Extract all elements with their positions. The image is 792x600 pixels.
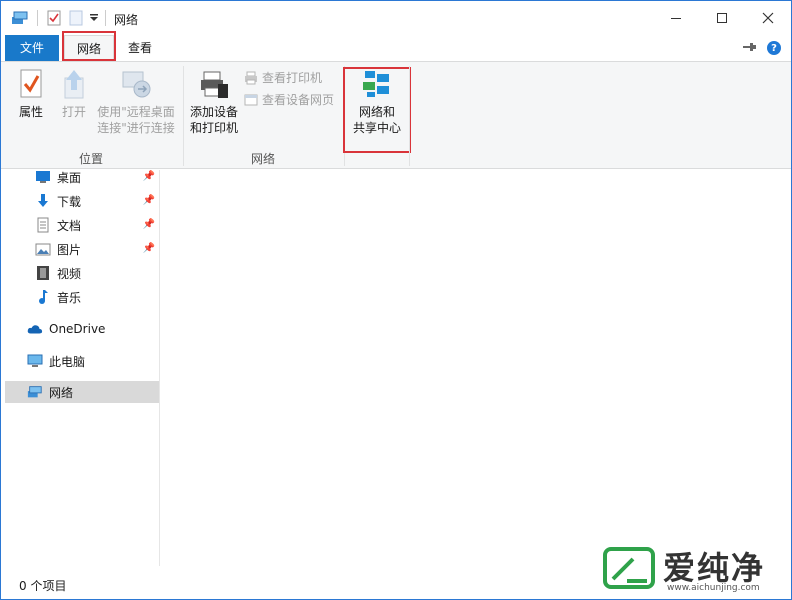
remote-desktop-icon (120, 68, 152, 100)
title-bar: 网络 (1, 1, 791, 35)
view-printers-button[interactable]: 查看打印机 (244, 69, 322, 86)
explorer-window: 网络 文件 网络 查看 ? 属性 打开 使用"远程桌面 连接"进行连接 位置 添… (0, 0, 792, 600)
music-note-icon (35, 289, 51, 305)
printer-icon (198, 68, 230, 100)
nav-item-network[interactable]: 网络 (5, 381, 161, 403)
pin-icon[interactable]: 📌 (143, 219, 155, 230)
window-title: 网络 (114, 13, 139, 27)
webpage-icon (244, 93, 258, 107)
pin-icon[interactable]: 📌 (143, 195, 155, 206)
computer-icon (27, 353, 43, 369)
view-printers-icon (244, 71, 258, 85)
network-group-label: 网络 (250, 152, 275, 166)
nav-item-desktop[interactable]: 桌面 📌 (35, 166, 159, 188)
pin-icon[interactable]: 📌 (143, 171, 155, 182)
nav-item-documents[interactable]: 文档 📌 (35, 214, 159, 236)
view-device-webpage-label: 查看设备网页 (262, 93, 335, 107)
content-area[interactable] (164, 170, 790, 570)
customize-quick-access-icon[interactable] (89, 9, 99, 27)
remote-desktop-button[interactable]: 使用"远程桌面 连接"进行连接 (94, 68, 178, 136)
nav-item-label: 图片 (57, 242, 82, 257)
cloud-icon (27, 321, 43, 337)
nav-item-label: 文档 (57, 218, 82, 233)
divider (105, 9, 106, 27)
nav-item-pictures[interactable]: 图片 📌 (35, 238, 159, 260)
nav-scrollbar[interactable] (159, 170, 163, 566)
nav-item-label: 下载 (57, 194, 82, 209)
minimize-button[interactable] (653, 1, 699, 35)
ribbon-right-icons: ? (743, 41, 781, 55)
pictures-icon (35, 241, 51, 257)
nav-item-videos[interactable]: 视频 (35, 262, 159, 284)
nav-item-label: OneDrive (49, 322, 106, 336)
close-button[interactable] (745, 1, 791, 35)
watermark: 爱纯净 www.aichunjing.com (597, 541, 791, 599)
tab-file[interactable]: 文件 (5, 35, 59, 61)
item-count: 0 个项目 (19, 579, 67, 593)
ribbon-tabs: 文件 网络 查看 (1, 31, 791, 61)
view-printers-label: 查看打印机 (262, 71, 323, 85)
highlight-box (343, 67, 411, 153)
divider (37, 9, 38, 27)
group-separator (409, 66, 410, 166)
properties-label: 属性 (18, 105, 43, 119)
network-app-icon (11, 9, 29, 27)
nav-item-this-pc[interactable]: 此电脑 (27, 350, 159, 372)
highlight-box (62, 31, 116, 61)
help-icon[interactable]: ? (767, 41, 781, 55)
navigation-pane: 桌面 📌 下载 📌 文档 📌 图片 📌 视频 音乐 OneDrive 此电脑 网… (5, 170, 163, 570)
document-icon (35, 217, 51, 233)
properties-icon (15, 68, 47, 100)
tab-view[interactable]: 查看 (119, 35, 161, 61)
remote-desktop-label-1: 使用"远程桌面 (97, 105, 175, 119)
view-device-webpage-button[interactable]: 查看设备网页 (244, 91, 334, 108)
remote-desktop-label-2: 连接"进行连接 (97, 121, 175, 135)
video-icon (35, 265, 51, 281)
nav-item-label: 桌面 (57, 170, 82, 185)
group-separator (183, 66, 184, 166)
nav-item-downloads[interactable]: 下载 📌 (35, 190, 159, 212)
watermark-logo-icon (603, 547, 655, 589)
pin-icon[interactable]: 📌 (143, 243, 155, 254)
open-button[interactable]: 打开 (57, 68, 91, 120)
maximize-button[interactable] (699, 1, 745, 35)
network-icon (27, 384, 43, 400)
add-devices-label-2: 和打印机 (189, 121, 238, 135)
properties-button[interactable]: 属性 (13, 68, 49, 120)
nav-item-label: 此电脑 (49, 354, 86, 369)
properties-quick-icon[interactable] (47, 9, 61, 27)
nav-item-label: 音乐 (57, 290, 82, 305)
new-folder-quick-icon[interactable] (69, 9, 83, 27)
nav-item-label: 视频 (57, 266, 82, 281)
download-icon (35, 193, 51, 209)
ribbon-panel: 属性 打开 使用"远程桌面 连接"进行连接 位置 添加设备 和打印机 查看打印机… (1, 61, 791, 169)
add-devices-button[interactable]: 添加设备 和打印机 (187, 68, 241, 136)
nav-item-label: 网络 (49, 385, 74, 400)
watermark-url: www.aichunjing.com (667, 583, 760, 593)
open-label: 打开 (61, 105, 86, 119)
open-icon (58, 68, 90, 100)
desktop-icon (35, 169, 51, 185)
tab-network[interactable]: 网络 (62, 31, 116, 61)
nav-item-onedrive[interactable]: OneDrive (27, 318, 159, 340)
nav-item-music[interactable]: 音乐 (35, 286, 159, 308)
pin-ribbon-icon[interactable] (743, 41, 757, 55)
add-devices-label-1: 添加设备 (189, 105, 238, 119)
location-group-label: 位置 (78, 152, 103, 166)
